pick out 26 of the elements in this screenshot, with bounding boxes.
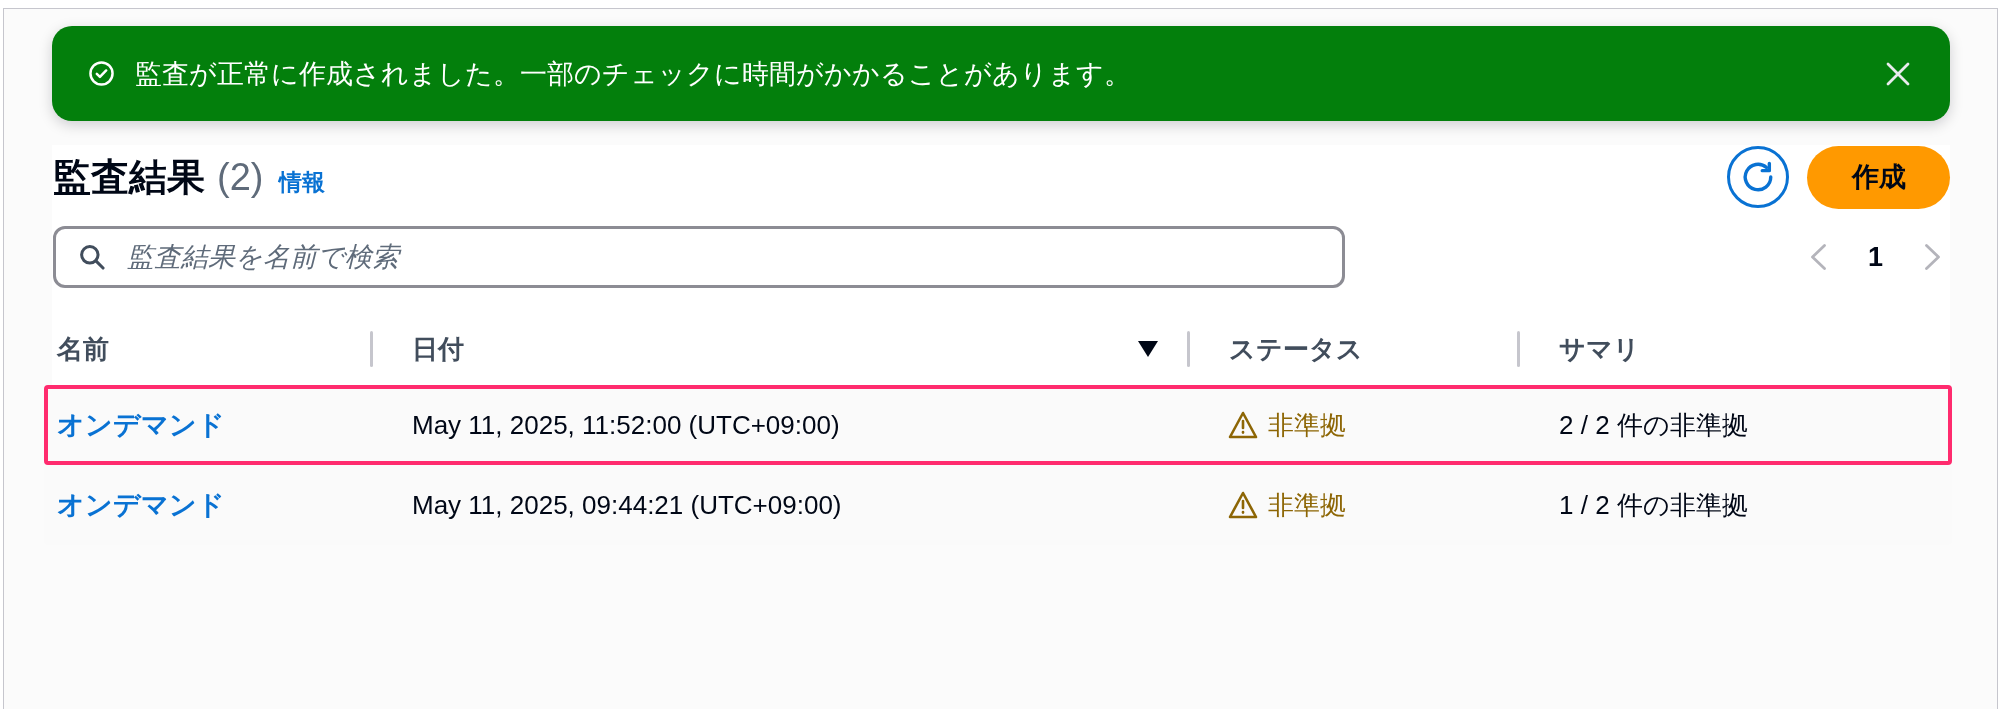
banner-message: 監査が正常に作成されました。一部のチェックに時間がかかることがあります。 <box>135 57 1131 91</box>
chevron-left-icon <box>1810 244 1826 270</box>
page-title: 監査結果 <box>53 154 205 200</box>
date-cell: May 11, 2025, 11:52:00 (UTC+09:00) <box>412 409 840 441</box>
info-link[interactable]: 情報 <box>279 166 326 198</box>
search-icon <box>79 244 105 270</box>
refresh-icon <box>1741 160 1775 194</box>
column-header[interactable]: 日付 <box>412 331 464 367</box>
chevron-right-icon <box>1925 244 1940 270</box>
column-header[interactable]: 名前 <box>57 331 109 367</box>
status-text: 非準拠 <box>1268 488 1346 522</box>
name-link[interactable]: オンデマンド <box>57 407 225 443</box>
summary-cell-text: 1 / 2 件の非準拠 <box>1559 488 1748 522</box>
column-header[interactable]: サマリ <box>1559 331 1640 367</box>
result-count: (2) <box>217 155 264 199</box>
name-link[interactable]: オンデマンド <box>57 487 225 523</box>
date-cell: May 11, 2025, 09:44:21 (UTC+09:00) <box>412 489 842 521</box>
column-header[interactable]: ステータス <box>1229 331 1363 367</box>
search-field[interactable]: 監査結果を名前で検索 <box>53 226 1345 288</box>
status-text: 非準拠 <box>1268 408 1346 442</box>
close-button[interactable] <box>1886 61 1910 86</box>
close-icon <box>1886 61 1910 86</box>
summary-cell-text: 2 / 2 件の非準拠 <box>1559 408 1748 442</box>
create-button[interactable]: 作成 <box>1807 145 1950 209</box>
check-circle-icon <box>89 61 114 86</box>
page-number[interactable]: 1 <box>1865 241 1885 273</box>
